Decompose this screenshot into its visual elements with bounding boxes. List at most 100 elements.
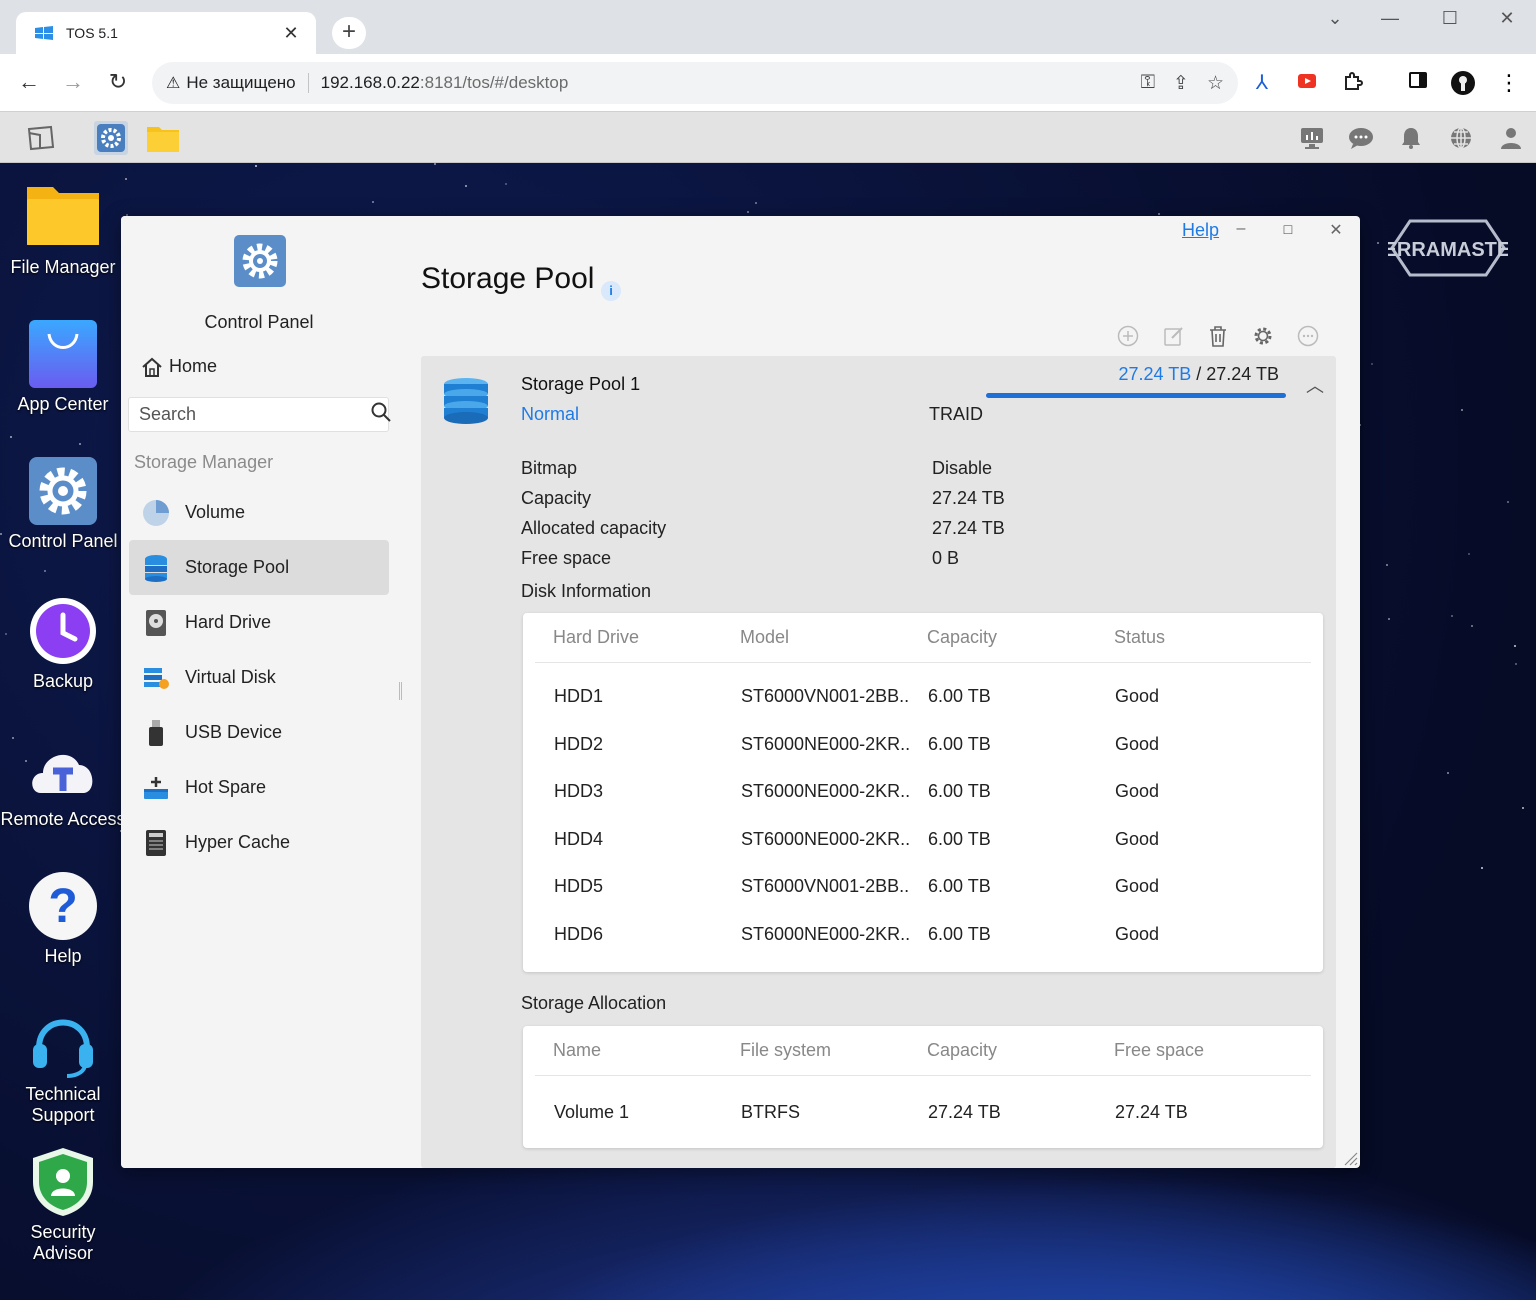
acrobat-extension-icon[interactable]: ⅄ xyxy=(1249,70,1275,96)
delete-icon[interactable] xyxy=(1206,324,1230,348)
background-star xyxy=(1158,213,1160,215)
table-cell: ST6000NE000-2KR... xyxy=(741,781,909,802)
table-row[interactable]: HDD5 ST6000VN001-2BB... 6.00 TB Good xyxy=(535,863,1311,911)
table-row[interactable]: HDD4 ST6000NE000-2KR... 6.00 TB Good xyxy=(535,816,1311,864)
sidebar-item-volume[interactable]: Volume xyxy=(129,485,389,540)
sidebar-item-hot-spare[interactable]: Hot Spare xyxy=(129,760,389,815)
table-cell: Good xyxy=(1115,828,1160,849)
search-input[interactable] xyxy=(139,404,371,425)
maximize-icon[interactable]: ☐ xyxy=(1430,8,1470,29)
close-window-icon[interactable]: ✕ xyxy=(1487,8,1527,29)
table-cell: Good xyxy=(1115,923,1160,944)
sidebar-item-hard-drive[interactable]: Hard Drive xyxy=(129,595,389,650)
side-panel-icon[interactable] xyxy=(1405,70,1431,96)
pie-chart-icon xyxy=(141,498,171,528)
window-maximize-icon[interactable]: ☐ xyxy=(1273,223,1303,237)
background-star xyxy=(747,211,749,213)
browser-tab[interactable]: TOS 5.1 ✕ xyxy=(16,12,316,54)
user-account-icon[interactable] xyxy=(1497,124,1525,152)
sidebar-search[interactable] xyxy=(128,397,391,432)
show-desktop-icon[interactable] xyxy=(24,121,58,155)
language-globe-icon[interactable] xyxy=(1447,124,1475,152)
column-header[interactable]: File system xyxy=(722,1040,909,1061)
close-tab-icon[interactable]: ✕ xyxy=(280,23,302,44)
home-link[interactable]: Home xyxy=(141,356,217,377)
reload-icon[interactable]: ↻ xyxy=(103,68,133,98)
table-row[interactable]: HDD6 ST6000NE000-2KR... 6.00 TB Good xyxy=(535,911,1311,959)
tab-search-icon[interactable]: ⌄ xyxy=(1315,8,1355,29)
browser-menu-icon[interactable]: ⋮ xyxy=(1496,70,1522,96)
url-text[interactable]: 192.168.0.22:8181/tos/#/desktop xyxy=(321,73,1123,93)
used-capacity: 27.24 TB xyxy=(1118,364,1192,384)
search-icon[interactable] xyxy=(371,402,391,427)
resource-monitor-icon[interactable] xyxy=(1298,124,1326,152)
desktop-file-manager[interactable]: File Manager xyxy=(0,181,126,278)
table-row[interactable]: HDD2 ST6000NE000-2KR... 6.00 TB Good xyxy=(535,721,1311,769)
prop-label-capacity: Capacity xyxy=(521,488,592,508)
sidebar-item-virtual-disk[interactable]: Virtual Disk xyxy=(129,650,389,705)
address-bar[interactable]: ⚠ Не защищено 192.168.0.22:8181/tos/#/de… xyxy=(152,62,1238,104)
window-resize-handle[interactable] xyxy=(1340,1148,1358,1166)
desktop-app-center[interactable]: App Center xyxy=(0,318,126,415)
column-header[interactable]: Status xyxy=(1096,627,1283,648)
forward-icon[interactable]: → xyxy=(58,68,88,98)
database-icon xyxy=(141,553,171,583)
desktop-label: App Center xyxy=(17,394,109,414)
sidebar-item-label: USB Device xyxy=(185,722,283,742)
youtube-extension-icon[interactable] xyxy=(1294,70,1320,96)
more-options-icon[interactable] xyxy=(1296,324,1320,348)
sidebar-item-storage-pool[interactable]: Storage Pool xyxy=(129,540,389,595)
minimize-icon[interactable]: — xyxy=(1370,8,1410,29)
background-star xyxy=(755,202,757,204)
bookmark-star-icon[interactable]: ☆ xyxy=(1207,72,1224,95)
table-row[interactable]: HDD1 ST6000VN001-2BB... 6.00 TB Good xyxy=(535,673,1311,721)
sidebar-item-label: Volume xyxy=(185,502,246,522)
extensions-puzzle-icon[interactable] xyxy=(1340,70,1366,96)
desktop-help[interactable]: ? Help xyxy=(0,870,126,967)
security-label[interactable]: Не защищено xyxy=(186,73,309,93)
info-icon[interactable]: i xyxy=(601,281,621,301)
help-link[interactable]: Help xyxy=(1182,220,1219,241)
desktop-security-advisor[interactable]: Security Advisor xyxy=(0,1146,126,1264)
share-icon[interactable]: ⇪ xyxy=(1173,72,1189,95)
column-header[interactable]: Capacity xyxy=(909,1040,1096,1061)
window-close-icon[interactable]: ✕ xyxy=(1321,220,1351,240)
table-row[interactable]: Volume 1 BTRFS 27.24 TB 27.24 TB xyxy=(535,1082,1311,1142)
desktop-control-panel[interactable]: Control Panel xyxy=(0,455,126,552)
desktop-remote-access[interactable]: Remote Access xyxy=(0,733,126,830)
settings-gear-icon[interactable] xyxy=(1251,324,1275,348)
new-tab-button[interactable]: + xyxy=(332,17,366,49)
desktop-backup[interactable]: Backup xyxy=(0,595,126,692)
key-icon[interactable]: ⚿ xyxy=(1141,72,1155,94)
desktop-technical-support[interactable]: Technical Support xyxy=(0,1008,126,1126)
backup-clock-icon xyxy=(27,595,99,667)
column-header[interactable]: Free space xyxy=(1096,1040,1283,1061)
column-header[interactable]: Hard Drive xyxy=(535,627,722,648)
sidebar-item-usb-device[interactable]: USB Device xyxy=(129,705,389,760)
column-header[interactable]: Name xyxy=(535,1040,722,1061)
back-icon[interactable]: ← xyxy=(14,68,44,98)
table-cell: HDD6 xyxy=(554,923,604,944)
table-cell: BTRFS xyxy=(741,1101,801,1122)
messages-icon[interactable] xyxy=(1347,124,1375,152)
profile-avatar-icon[interactable] xyxy=(1450,70,1476,96)
background-star xyxy=(1371,363,1373,365)
background-star xyxy=(1481,867,1483,869)
background-star xyxy=(10,436,12,438)
background-star xyxy=(255,165,257,167)
warning-icon[interactable]: ⚠ xyxy=(166,73,180,93)
edit-icon[interactable] xyxy=(1162,324,1186,348)
taskbar-control-panel-icon[interactable] xyxy=(94,121,128,155)
prop-label-free-space: Free space xyxy=(521,548,612,568)
shopping-bag-icon xyxy=(27,318,99,390)
table-row[interactable]: HDD3 ST6000NE000-2KR... 6.00 TB Good xyxy=(535,768,1311,816)
background-star xyxy=(1514,645,1516,647)
column-header[interactable]: Model xyxy=(722,627,909,648)
taskbar-file-manager-icon[interactable] xyxy=(146,121,180,155)
collapse-chevron-up-icon[interactable]: ︿ xyxy=(1306,372,1324,398)
notifications-bell-icon[interactable] xyxy=(1397,124,1425,152)
column-header[interactable]: Capacity xyxy=(909,627,1096,648)
window-minimize-icon[interactable]: – xyxy=(1226,220,1256,238)
add-icon[interactable] xyxy=(1116,324,1140,348)
sidebar-item-hyper-cache[interactable]: Hyper Cache xyxy=(129,815,389,870)
